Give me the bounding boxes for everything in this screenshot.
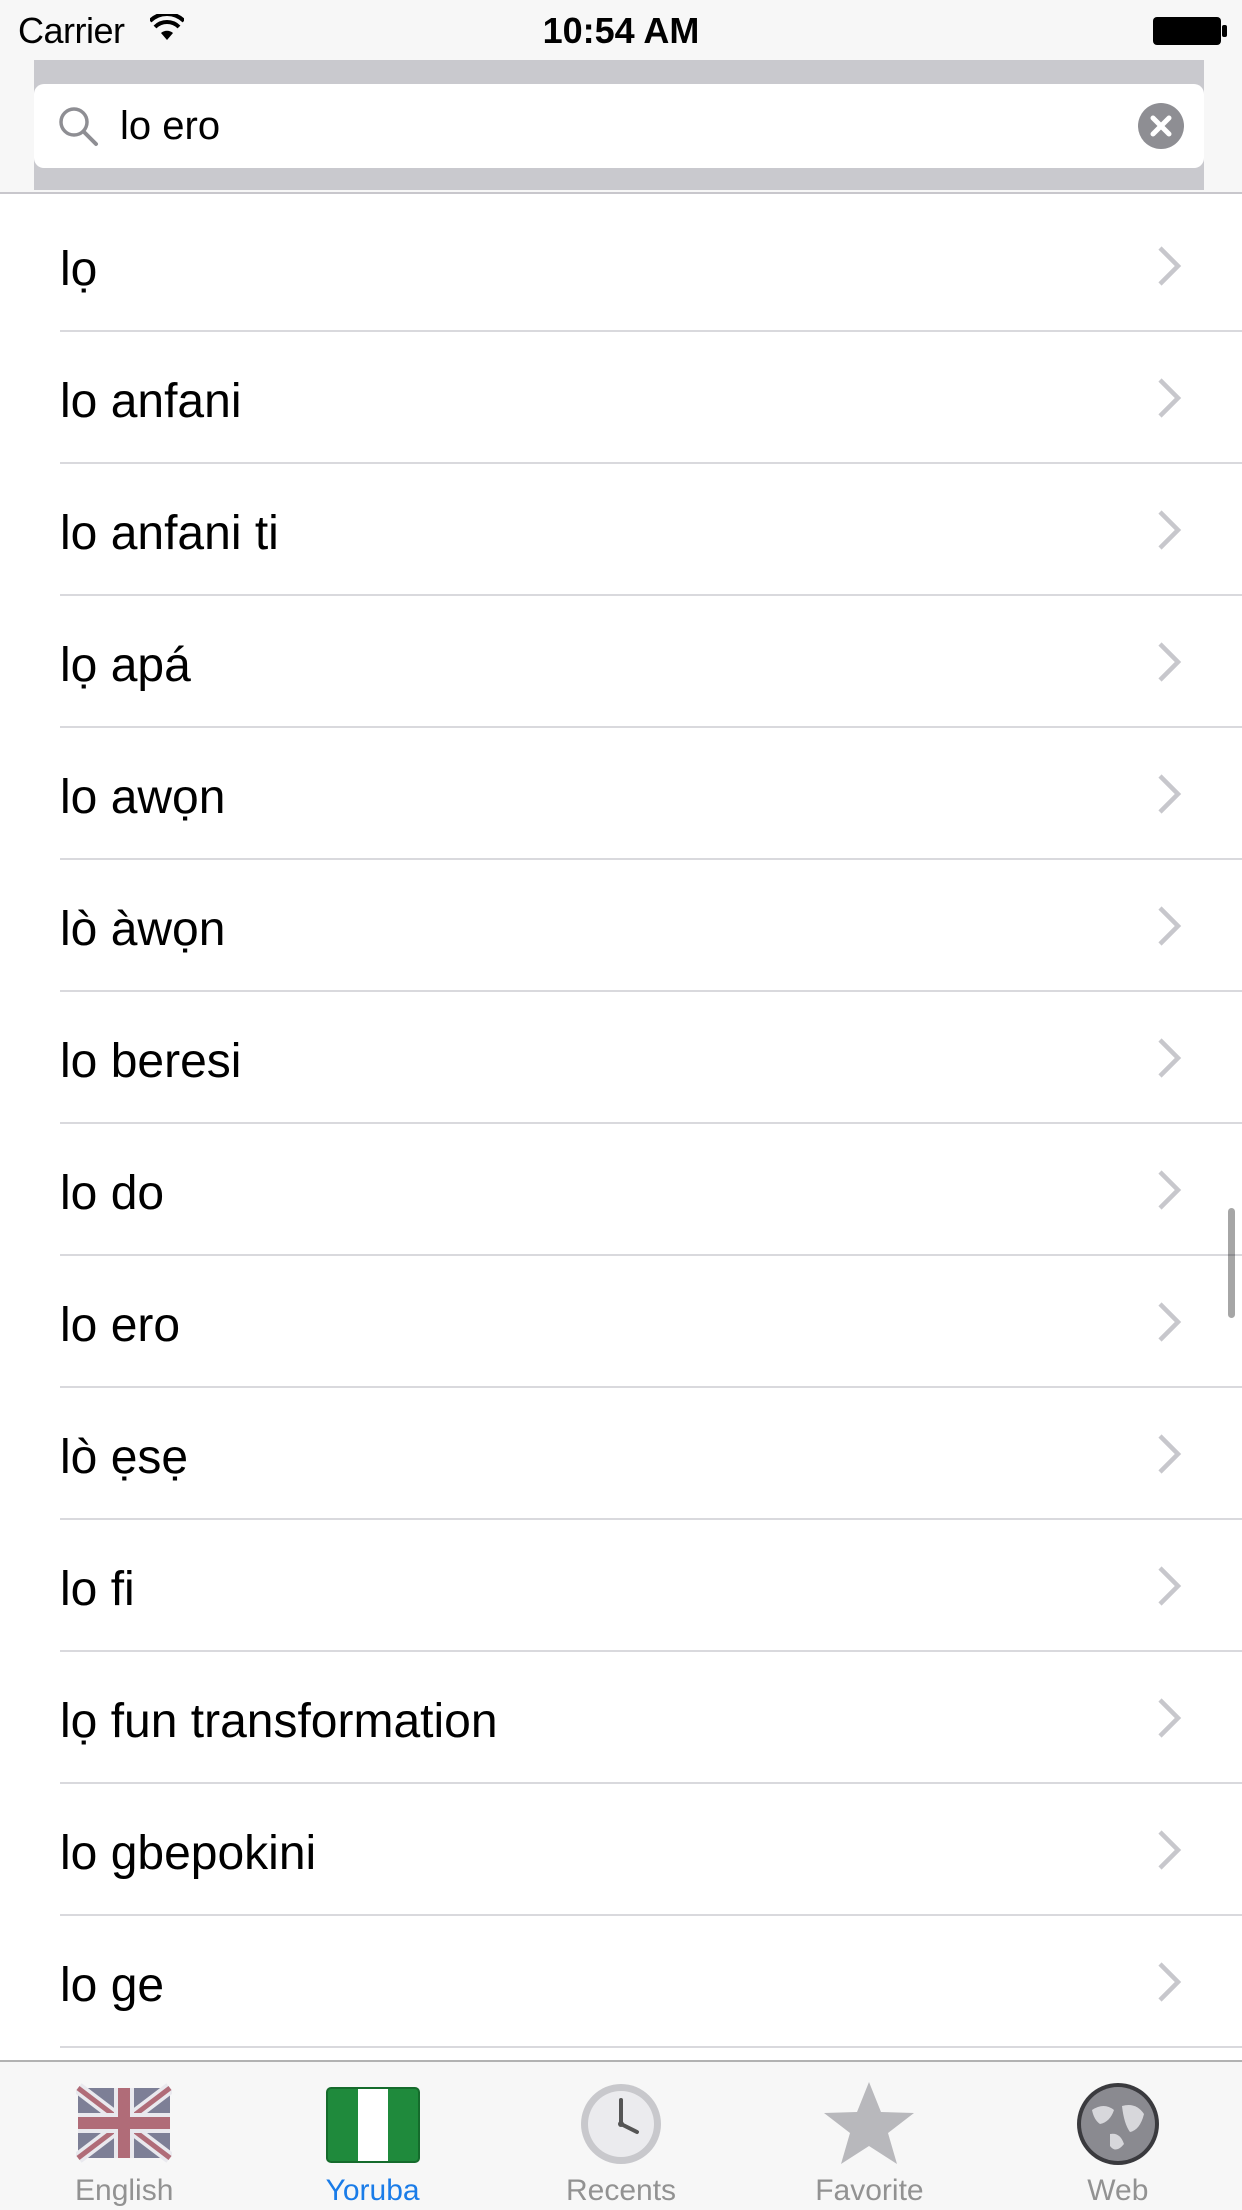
chevron-right-icon	[1158, 1698, 1182, 1738]
nigeria-flag-icon	[325, 2087, 420, 2163]
list-item[interactable]: lo anfani	[0, 332, 1242, 464]
tab-recents[interactable]: Recents	[497, 2062, 745, 2210]
list-item[interactable]: lọ apá	[0, 596, 1242, 728]
list-item[interactable]: lo gbepokini	[0, 1784, 1242, 1916]
chevron-right-icon	[1158, 246, 1182, 286]
tab-english[interactable]: English	[0, 2062, 248, 2210]
list-item[interactable]: lò ẹsẹ	[0, 1388, 1242, 1520]
list-item[interactable]: lo awọn	[0, 728, 1242, 860]
chevron-right-icon	[1158, 906, 1182, 946]
list-item[interactable]: lọ	[0, 200, 1242, 332]
list-item-label: lò àwọn	[60, 903, 226, 956]
chevron-right-icon	[1158, 642, 1182, 682]
results-list: lọ lo anfani lo anfani ti lọ apá lo awọn…	[0, 200, 1242, 2048]
search-bar	[0, 60, 1242, 194]
tab-bar: English Yoruba Recents Favorite Web	[0, 2060, 1242, 2210]
list-item-label: lo awọn	[60, 771, 226, 824]
chevron-right-icon	[1158, 378, 1182, 418]
clear-search-button[interactable]	[1138, 103, 1184, 149]
star-icon	[824, 2082, 915, 2164]
globe-icon	[1076, 2083, 1159, 2165]
chevron-right-icon	[1158, 1302, 1182, 1342]
list-item-label: lọ	[60, 243, 98, 296]
list-item[interactable]: lo beresi	[0, 992, 1242, 1124]
list-item-label: lo gbepokini	[60, 1827, 317, 1880]
chevron-right-icon	[1158, 1038, 1182, 1078]
list-item[interactable]: lo anfani ti	[0, 464, 1242, 596]
list-item-label: lo fi	[60, 1563, 135, 1616]
chevron-right-icon	[1158, 1434, 1182, 1474]
uk-flag-icon	[76, 2083, 173, 2163]
list-item-label: lọ fun transformation	[60, 1695, 498, 1748]
chevron-right-icon	[1158, 1830, 1182, 1870]
tab-label: English	[75, 2174, 174, 2207]
tab-label: Favorite	[815, 2174, 924, 2207]
list-item[interactable]: lo ge	[0, 1916, 1242, 2048]
list-item-label: lọ apá	[60, 639, 191, 692]
tab-label: Web	[1087, 2174, 1149, 2207]
list-item[interactable]: lọ fun transformation	[0, 1652, 1242, 1784]
list-item-label: lo do	[60, 1167, 165, 1220]
tab-label: Recents	[565, 2174, 677, 2207]
list-item-label: lo ge	[60, 1959, 165, 2012]
close-icon	[1150, 115, 1172, 137]
tab-favorite[interactable]: Favorite	[745, 2062, 993, 2210]
search-input[interactable]	[120, 102, 1020, 150]
chevron-right-icon	[1158, 1962, 1182, 2002]
tab-yoruba[interactable]: Yoruba	[248, 2062, 496, 2210]
list-item-label: lò ẹsẹ	[60, 1431, 189, 1484]
list-item-label: lo anfani ti	[60, 507, 279, 560]
search-icon	[59, 107, 98, 146]
list-item[interactable]: lò àwọn	[0, 860, 1242, 992]
chevron-right-icon	[1158, 1170, 1182, 1210]
tab-web[interactable]: Web	[994, 2062, 1242, 2210]
clock-icon	[581, 2084, 662, 2164]
list-item-label: lo beresi	[60, 1035, 242, 1088]
status-time: 10:54 AM	[542, 10, 700, 51]
chevron-right-icon	[1158, 774, 1182, 814]
battery-icon	[1153, 17, 1227, 45]
search-field[interactable]	[34, 84, 1204, 168]
list-item-label: lo ero	[60, 1299, 181, 1352]
tab-label: Yoruba	[325, 2174, 420, 2207]
list-item-label: lo anfani	[60, 375, 242, 428]
list-item[interactable]: lo fi	[0, 1520, 1242, 1652]
status-bar: Carrier 10:54 AM	[0, 0, 1242, 60]
list-item[interactable]: lo ero	[0, 1256, 1242, 1388]
chevron-right-icon	[1158, 1566, 1182, 1606]
chevron-right-icon	[1158, 510, 1182, 550]
scroll-indicator[interactable]	[1228, 1208, 1235, 1318]
list-item[interactable]: lo do	[0, 1124, 1242, 1256]
